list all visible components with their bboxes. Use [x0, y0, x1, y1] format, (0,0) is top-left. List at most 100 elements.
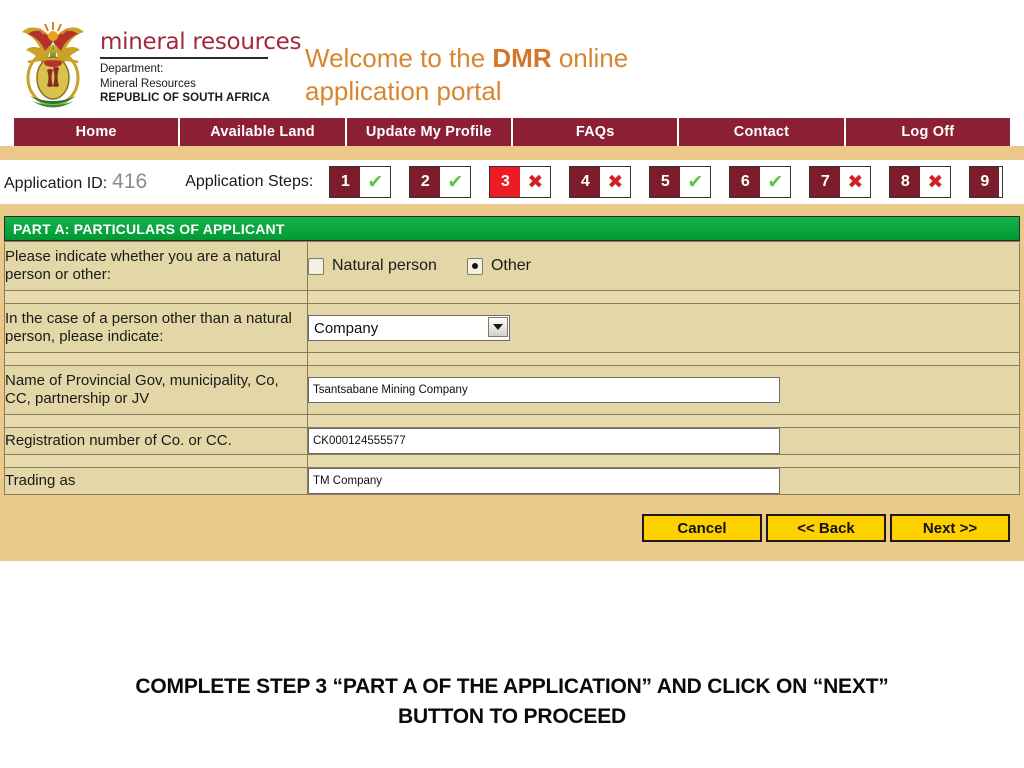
entity-type-label: In the case of a person other than a nat… — [4, 303, 308, 353]
caption-line-1: COMPLETE STEP 3 “PART A OF THE APPLICATI… — [135, 675, 889, 698]
welcome-suffix: online — [551, 43, 629, 73]
slide-canvas: mineral resources Department: Mineral Re… — [0, 0, 1024, 768]
department-line-1: Department: — [100, 63, 164, 76]
step-status-icon-1: ✔ — [360, 167, 391, 197]
registration-number-field — [307, 427, 1020, 455]
step-chip-9[interactable]: 9 — [969, 166, 1004, 198]
spacer-cell-left-1 — [4, 290, 308, 304]
trading-as-label: Trading as — [4, 467, 308, 495]
application-id-label: Application ID: — [4, 175, 108, 192]
dmr-portal-page: mineral resources Department: Mineral Re… — [0, 6, 1024, 652]
spacer-cell-left-2 — [4, 352, 308, 366]
spacer-cell-right-4 — [307, 454, 1020, 468]
spacer-cell-right-3 — [307, 414, 1020, 428]
step-number-2: 2 — [410, 167, 441, 197]
step-chip-7[interactable]: 7 ✖ — [809, 166, 872, 198]
step-status-icon-4: ✖ — [600, 167, 631, 197]
welcome-line-2: application portal — [305, 75, 502, 106]
department-identity: mineral resources Department: Mineral Re… — [100, 29, 302, 105]
department-rule — [100, 57, 268, 60]
step-chip-3[interactable]: 3 ✖ — [489, 166, 552, 198]
nav-item-log-off[interactable]: Log Off — [845, 118, 1010, 146]
main-navigation: Home Available Land Update My Profile FA… — [0, 118, 1024, 146]
section-header-part-a: PART A: PARTICULARS OF APPLICANT — [4, 216, 1020, 241]
table-row-entity-type: In the case of a person other than a nat… — [4, 303, 1020, 353]
entity-type-field: Company — [307, 303, 1020, 353]
table-row-spacer-4 — [4, 454, 1020, 468]
entity-name-input[interactable] — [308, 377, 780, 403]
step-chip-1[interactable]: 1 ✔ — [329, 166, 392, 198]
south-african-coat-of-arms-icon — [14, 16, 92, 116]
step-number-7: 7 — [810, 167, 841, 197]
application-steps-bar: Application ID: 416 Application Steps: 1 … — [0, 160, 1024, 204]
table-row-spacer-2 — [4, 352, 1020, 366]
step-number-9: 9 — [970, 167, 1000, 197]
form-action-bar: Cancel << Back Next >> — [4, 495, 1020, 561]
spacer-cell-left-3 — [4, 414, 308, 428]
step-status-icon-3: ✖ — [520, 167, 551, 197]
back-button[interactable]: << Back — [766, 514, 886, 542]
step-status-icon-6: ✔ — [760, 167, 791, 197]
table-row-registration-number: Registration number of Co. or CC. — [4, 427, 1020, 455]
spacer-cell-right-1 — [307, 290, 1020, 304]
application-steps-label: Application Steps: — [185, 173, 314, 190]
step-status-icon-7: ✖ — [840, 167, 871, 197]
slide-caption: COMPLETE STEP 3 “PART A OF THE APPLICATI… — [0, 672, 1024, 733]
department-line-2: Mineral Resources — [100, 77, 196, 90]
step-chip-6[interactable]: 6 ✔ — [729, 166, 792, 198]
step-chip-5[interactable]: 5 ✔ — [649, 166, 712, 198]
trading-as-field — [307, 467, 1020, 495]
step-status-icon-8: ✖ — [920, 167, 951, 197]
step-number-3: 3 — [490, 167, 521, 197]
step-number-6: 6 — [730, 167, 761, 197]
nav-item-faqs[interactable]: FAQs — [512, 118, 680, 146]
applicant-particulars-table: Please indicate whether you are a natura… — [4, 241, 1020, 495]
form-container: PART A: PARTICULARS OF APPLICANT Please … — [0, 216, 1024, 561]
caption-line-2: BUTTON TO PROCEED — [397, 705, 626, 729]
next-button[interactable]: Next >> — [890, 514, 1010, 542]
department-title: mineral resources — [100, 29, 302, 55]
spacer-cell-right-2 — [307, 352, 1020, 366]
step-number-5: 5 — [650, 167, 681, 197]
table-row-entity-name: Name of Provincial Gov, municipality, Co… — [4, 365, 1020, 415]
trading-as-input[interactable] — [308, 468, 780, 494]
masthead: mineral resources Department: Mineral Re… — [0, 6, 1024, 118]
steps-underline-stripe — [0, 204, 1024, 216]
radio-label-other: Other — [490, 257, 531, 274]
welcome-prefix: Welcome to the — [305, 43, 493, 73]
person-type-label: Please indicate whether you are a natura… — [4, 241, 308, 291]
registration-number-input[interactable] — [308, 428, 780, 454]
table-row-person-type: Please indicate whether you are a natura… — [4, 241, 1020, 291]
step-chip-4[interactable]: 4 ✖ — [569, 166, 632, 198]
chevron-down-icon[interactable] — [488, 317, 508, 337]
spacer-cell-left-4 — [4, 454, 308, 468]
radio-other[interactable] — [466, 257, 483, 275]
nav-item-home[interactable]: Home — [14, 118, 181, 146]
welcome-accent: DMR — [492, 43, 552, 73]
radio-label-natural-person: Natural person — [332, 257, 437, 274]
step-status-icon-9 — [999, 167, 1003, 197]
table-row-spacer-1 — [4, 290, 1020, 304]
step-status-icon-2: ✔ — [440, 167, 471, 197]
nav-underline-stripe — [0, 146, 1024, 160]
entity-type-select-value[interactable]: Company — [308, 315, 510, 341]
step-chip-list: 1 ✔ 2 ✔ 3 ✖ 4 ✖ 5 ✔ 6 ✔ 7 ✖ 8 ✖ 9 — [329, 166, 1004, 198]
nav-item-update-my-profile[interactable]: Update My Profile — [346, 118, 513, 146]
welcome-line-1: Welcome to the DMR online — [305, 42, 628, 75]
department-line-3: REPUBLIC OF SOUTH AFRICA — [100, 91, 270, 104]
entity-type-select[interactable]: Company — [308, 315, 510, 341]
person-type-field: Natural person Other — [307, 241, 1020, 291]
table-row-spacer-3 — [4, 414, 1020, 428]
nav-item-contact[interactable]: Contact — [679, 118, 846, 146]
person-type-radio-group: Natural person Other — [308, 257, 1019, 275]
nav-item-available-land[interactable]: Available Land — [180, 118, 347, 146]
step-number-1: 1 — [330, 167, 361, 197]
application-id-value: 416 — [112, 170, 148, 193]
step-chip-8[interactable]: 8 ✖ — [889, 166, 952, 198]
step-status-icon-5: ✔ — [680, 167, 711, 197]
cancel-button[interactable]: Cancel — [642, 514, 762, 542]
table-row-trading-as: Trading as — [4, 467, 1020, 495]
radio-natural-person[interactable] — [308, 257, 324, 275]
step-number-8: 8 — [890, 167, 921, 197]
step-chip-2[interactable]: 2 ✔ — [409, 166, 472, 198]
